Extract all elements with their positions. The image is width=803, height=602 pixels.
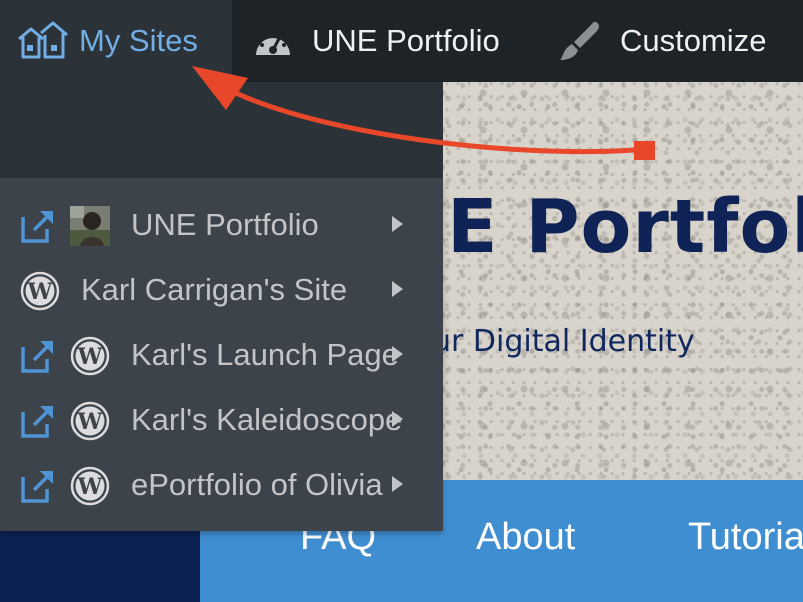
site-item-label: Karl Carrigan's Site	[81, 272, 348, 307]
my-sites-dropdown-header	[0, 82, 443, 178]
admin-bar: My Sites UNE Portfolio Customize	[0, 0, 803, 82]
submenu-arrow-icon	[392, 476, 403, 492]
svg-text:W: W	[77, 344, 103, 370]
site-item-karls-kaleidoscope[interactable]: W Karl's Kaleidoscope	[0, 387, 443, 452]
customize-label: Customize	[620, 23, 767, 58]
site-item-label: UNE Portfolio	[131, 207, 319, 242]
my-sites-menu[interactable]: My Sites	[0, 0, 232, 82]
site-name-label: UNE Portfolio	[312, 23, 500, 58]
svg-text:W: W	[77, 409, 103, 435]
site-name-menu[interactable]: UNE Portfolio	[252, 0, 500, 82]
my-sites-icon	[18, 21, 68, 59]
submenu-arrow-icon	[392, 281, 403, 297]
site-item-karl-carrigans-site[interactable]: W Karl Carrigan's Site	[0, 257, 443, 322]
customize-link[interactable]: Customize	[556, 0, 766, 82]
external-link-icon[interactable]	[20, 338, 56, 374]
svg-text:W: W	[27, 279, 53, 305]
site-item-label: Karl's Kaleidoscope	[131, 402, 403, 437]
submenu-arrow-icon	[392, 411, 403, 427]
my-sites-dropdown: UNE Portfolio W Karl Carrigan's Site W K…	[0, 178, 443, 531]
submenu-arrow-icon	[392, 346, 403, 362]
site-tagline: ur Digital Identity	[432, 324, 695, 359]
wordpress-icon: W	[70, 336, 110, 376]
site-item-label: ePortfolio of Olivia	[131, 467, 383, 502]
nav-link-tutorials[interactable]: Tutorials	[688, 518, 803, 556]
wordpress-icon: W	[70, 401, 110, 441]
screen: E Portfolio ur Digital Identity FAQ Abou…	[0, 0, 803, 602]
site-title[interactable]: E Portfolio	[447, 190, 803, 264]
my-sites-label: My Sites	[79, 23, 198, 58]
site-item-karls-launch-page[interactable]: W Karl's Launch Page	[0, 322, 443, 387]
external-link-icon[interactable]	[20, 208, 56, 244]
external-link-icon[interactable]	[20, 403, 56, 439]
paintbrush-icon	[560, 21, 599, 60]
dashboard-gauge-icon	[256, 30, 290, 55]
wordpress-icon: W	[70, 466, 110, 506]
wordpress-icon: W	[20, 271, 60, 311]
nav-link-about[interactable]: About	[476, 518, 575, 556]
site-item-eportfolio-of-olivia[interactable]: W ePortfolio of Olivia	[0, 452, 443, 517]
svg-text:W: W	[77, 474, 103, 500]
site-item-une-portfolio[interactable]: UNE Portfolio	[0, 192, 443, 257]
site-avatar-thumbnail	[70, 206, 110, 246]
submenu-arrow-icon	[392, 216, 403, 232]
site-item-label: Karl's Launch Page	[131, 337, 399, 372]
external-link-icon[interactable]	[20, 468, 56, 504]
